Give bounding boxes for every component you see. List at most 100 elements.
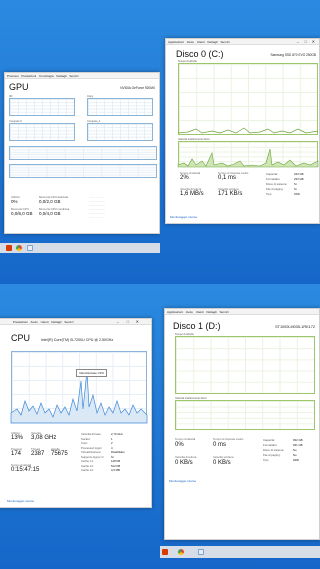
- resource-monitor-link[interactable]: Monitoraggio risorse: [7, 499, 34, 503]
- quadrant-disk1: Applicazioni Avvio Utenti Dettagli Servi…: [160, 284, 320, 569]
- stat-value-speed: 3,08 GHz: [31, 435, 57, 441]
- prop-val-formatted: 233 GB: [294, 177, 304, 181]
- stat-value-handles: 75675: [51, 451, 68, 457]
- tab-performance[interactable]: Prestazioni: [13, 320, 28, 324]
- tooltip-base-speed: Velocità base CPU: [76, 369, 108, 377]
- tab-apps[interactable]: Applicazioni: [167, 310, 183, 314]
- tab-services[interactable]: Servizi: [220, 310, 229, 314]
- tab-services[interactable]: Servizi: [69, 74, 78, 78]
- prop-key-formatted: Formattato:: [263, 443, 278, 447]
- stat-value-usage: 0%: [11, 199, 18, 204]
- office-icon[interactable]: [162, 549, 168, 555]
- stat-value-threads: 2387: [31, 451, 45, 457]
- stat-value-usage: 13%: [11, 435, 24, 441]
- tab-bar: Applicazioni Avvio Utenti Dettagli Servi…: [165, 309, 319, 315]
- prop-val-system: No: [293, 448, 297, 452]
- page-title: Disco 1 (D:): [173, 321, 221, 331]
- minimize-button[interactable]: –: [297, 39, 299, 44]
- maximize-button[interactable]: □: [305, 39, 307, 44]
- prop-key-capacity: Capacità:: [266, 172, 278, 176]
- graph-compute1: [87, 123, 153, 141]
- disk-model: Samsung SSD 870 EVO 250GB: [270, 53, 316, 57]
- tab-services[interactable]: Servizi: [221, 40, 230, 44]
- prop-val-system: Sì: [294, 182, 297, 186]
- prop-key-cores: Core:: [81, 441, 88, 445]
- prop-val-logical: 4: [111, 445, 113, 450]
- prop-val-l1: 128 KB: [111, 459, 121, 463]
- prop-val-type: HDD: [293, 458, 300, 462]
- task-manager-window-gpu: Processi Prestazioni Cronologia Dettagli…: [4, 72, 160, 234]
- tab-details[interactable]: Dettagli: [51, 320, 61, 324]
- tab-history[interactable]: Cronologia: [39, 74, 54, 78]
- chrome-icon[interactable]: [178, 549, 184, 555]
- tab-performance[interactable]: Prestazioni: [21, 74, 36, 78]
- tab-startup[interactable]: Avvio: [187, 40, 194, 44]
- tab-users[interactable]: Utenti: [197, 40, 205, 44]
- tab-startup[interactable]: Avvio: [186, 310, 193, 314]
- cpu-model: Intel(R) Core(TM) i5-7200U CPU @ 2.50GHz: [41, 338, 114, 342]
- active-time-line: [177, 127, 319, 134]
- prop-key-paging: File di paging:: [263, 453, 281, 457]
- page-title: GPU: [9, 82, 29, 92]
- stat-value-write: 171 KB/s: [218, 191, 243, 197]
- resource-monitor-link[interactable]: Monitoraggio risorse: [169, 479, 196, 483]
- tab-bar: Processi Prestazioni Cronologia Dettagli…: [5, 73, 159, 79]
- resource-monitor-link[interactable]: Monitoraggio risorse: [170, 215, 197, 219]
- tab-apps[interactable]: Applicazioni: [168, 40, 184, 44]
- prop-val-type: SSD: [294, 192, 300, 196]
- tab-processes[interactable]: Processi: [7, 74, 19, 78]
- graph-active-time: [175, 336, 315, 394]
- prop-key-formatted: Formattato:: [266, 177, 281, 181]
- tab-details[interactable]: Dettagli: [208, 40, 218, 44]
- office-icon[interactable]: [6, 245, 12, 251]
- prop-val-formatted: 931 GB: [293, 443, 303, 447]
- prop-val-hyperv: Sì: [111, 454, 114, 459]
- prop-key-paging: File di paging:: [266, 187, 284, 191]
- stat-value-read: 1,6 MB/s: [180, 191, 204, 197]
- chrome-icon[interactable]: [16, 245, 22, 251]
- prop-key-sockets: Socket:: [81, 436, 91, 441]
- page-title: Disco 0 (C:): [176, 49, 224, 59]
- tab-startup[interactable]: Avvio: [31, 320, 38, 324]
- tab-users[interactable]: Utenti: [41, 320, 49, 324]
- page-title: CPU: [11, 333, 31, 343]
- minimize-button[interactable]: –: [117, 319, 119, 324]
- tab-services[interactable]: Servizi: [64, 320, 73, 324]
- prop-val-sockets: 1: [111, 436, 113, 441]
- tab-users[interactable]: Utenti: [196, 310, 204, 314]
- disk-model: ST1000LM035-1RK172: [275, 325, 315, 329]
- graph-copy: [87, 98, 153, 116]
- stat-label-response: Tempo di risposta medio: [213, 437, 244, 441]
- prop-val-l2: 512 KB: [111, 463, 121, 468]
- graph-shared-memory: [9, 164, 157, 178]
- prop-val-l3: 3,0 MB: [111, 468, 120, 472]
- task-manager-window-disk0: Applicazioni Avvio Utenti Dettagli Servi…: [165, 38, 320, 224]
- gpu-driver-info: ······· ········· ······· ········· ······…: [89, 195, 105, 219]
- quadrant-gpu: Processi Prestazioni Cronologia Dettagli…: [0, 0, 160, 284]
- tab-details[interactable]: Dettagli: [56, 74, 66, 78]
- stat-value-processes: 174: [11, 451, 22, 457]
- graph-dedicated-memory: [9, 146, 157, 160]
- close-button[interactable]: ✕: [136, 319, 139, 324]
- prop-key-system: Disco di sistema:: [266, 182, 288, 186]
- stat-value-write: 0 KB/s: [213, 460, 231, 466]
- stat-value-dedicated: 0,0/2,0 GB: [39, 199, 61, 204]
- prop-key-capacity: Capacità:: [263, 438, 275, 442]
- graph-transfer-rate: [175, 400, 315, 430]
- prop-key-l1: Cache L1:: [81, 459, 94, 463]
- quadrant-cpu: Prestazioni Avvio Utenti Dettagli Serviz…: [0, 284, 160, 569]
- task-manager-icon[interactable]: [27, 245, 33, 251]
- task-manager-icon[interactable]: [198, 549, 204, 555]
- stat-label-active: Tempo di attività: [175, 437, 196, 441]
- cpu-usage-area: [10, 370, 148, 424]
- maximize-button[interactable]: □: [127, 319, 129, 324]
- transfer-rate-area: [177, 148, 319, 168]
- stat-value-shared: 0,0/4,0 GB: [39, 211, 61, 216]
- prop-key-logical: Processori logici:: [81, 445, 103, 450]
- close-button[interactable]: ✕: [312, 39, 315, 44]
- prop-key-l3: Cache L3:: [81, 468, 94, 472]
- tab-details[interactable]: Dettagli: [207, 310, 217, 314]
- prop-key-virtualization: Virtualizzazione:: [81, 450, 102, 454]
- task-manager-window-disk1: Applicazioni Avvio Utenti Dettagli Servi…: [164, 308, 320, 540]
- taskbar: [0, 243, 160, 253]
